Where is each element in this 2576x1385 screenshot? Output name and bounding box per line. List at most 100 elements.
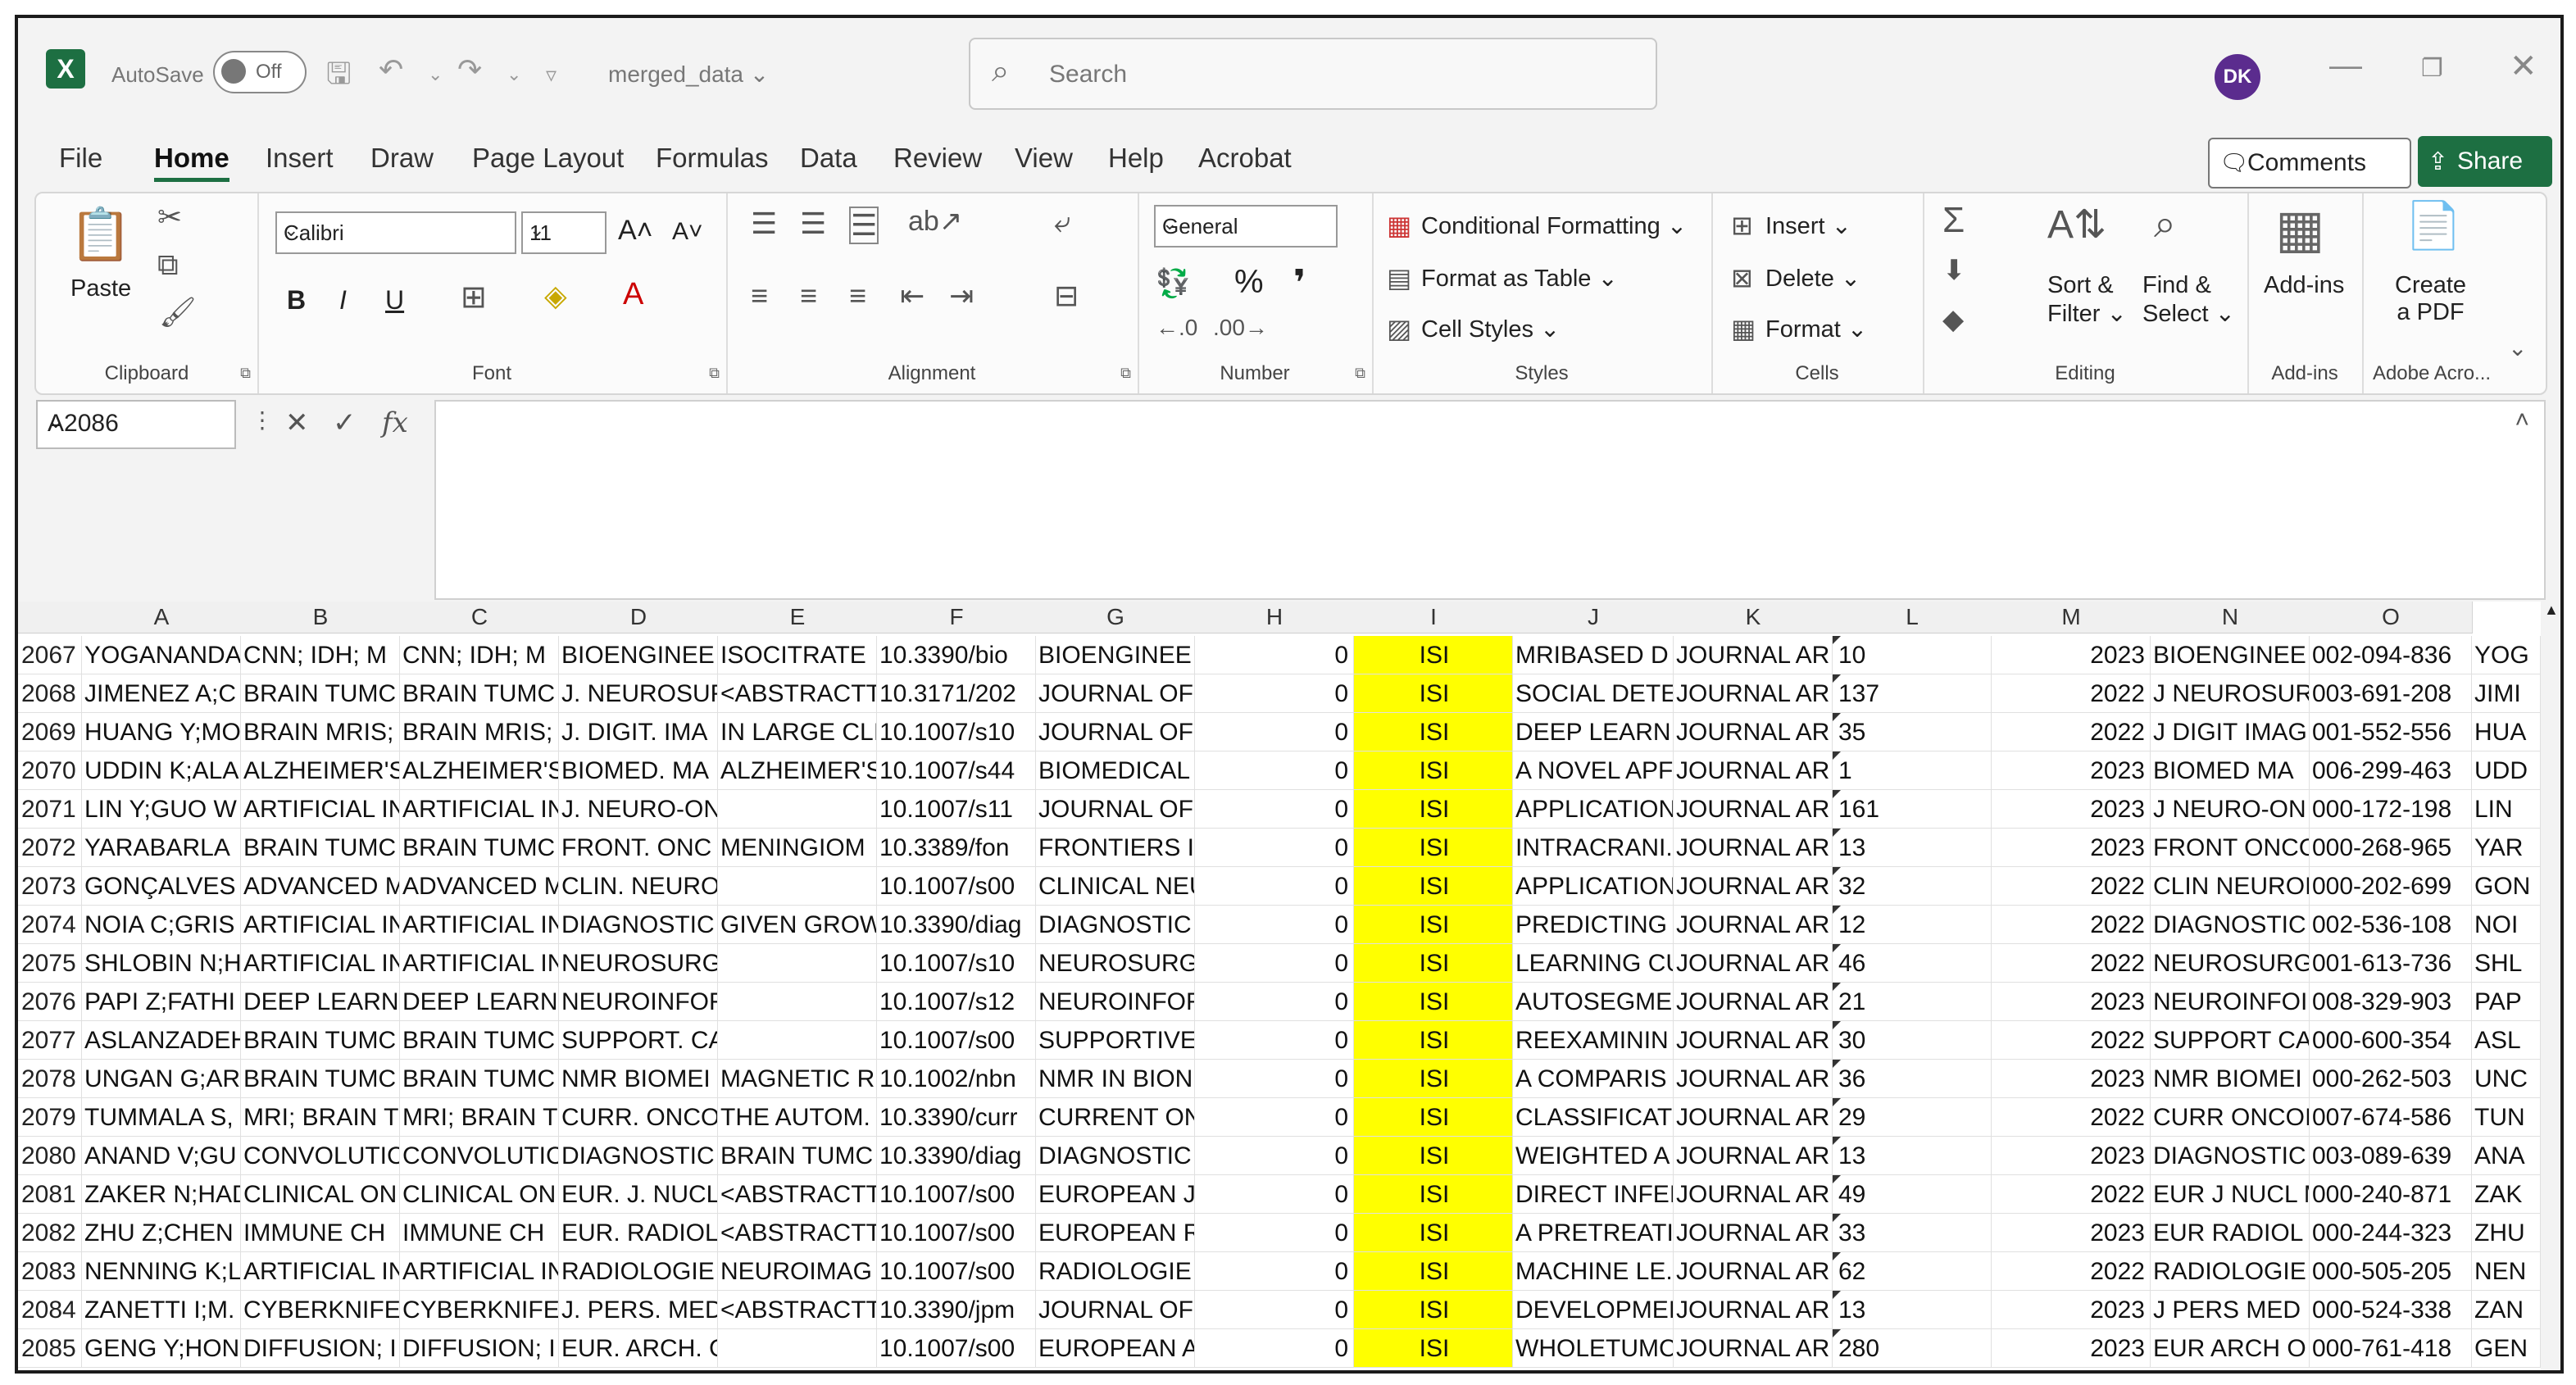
cell-f[interactable]: 10.1007/s00 <box>877 1252 1036 1291</box>
cell-g[interactable]: EUROPEAN R <box>1036 1214 1195 1252</box>
cell-o[interactable]: 000-268-965 <box>2310 829 2472 867</box>
cell-n[interactable]: SUPPORT CA <box>2151 1021 2310 1060</box>
cell-b[interactable]: DEEP LEARNI <box>241 983 400 1021</box>
cell-e[interactable]: NEUROIMAG <box>718 1252 877 1291</box>
row-header[interactable]: 2070 <box>18 752 82 790</box>
cell-j[interactable]: PREDICTING <box>1513 906 1674 944</box>
merge-center-icon[interactable]: ⊟ <box>1054 279 1079 313</box>
cell-c[interactable]: BRAIN MRIS; <box>400 713 559 752</box>
cell-d[interactable]: EUR. ARCH. C <box>559 1329 718 1368</box>
cell-c[interactable]: CLINICAL ON <box>400 1175 559 1214</box>
cell-h[interactable]: 0 <box>1195 1175 1354 1214</box>
cell-g[interactable]: EUROPEAN JC <box>1036 1175 1195 1214</box>
row-header[interactable]: 2079 <box>18 1098 82 1137</box>
cell-k[interactable]: JOURNAL AR <box>1674 1329 1833 1368</box>
cell-i[interactable]: ISI <box>1354 674 1513 713</box>
restore-icon[interactable]: ❐ <box>2421 54 2443 83</box>
cell-p[interactable]: ASL <box>2472 1021 2541 1060</box>
cell-k[interactable]: JOURNAL AR <box>1674 906 1833 944</box>
cell-a[interactable]: YARABARLA <box>82 829 241 867</box>
cell-i[interactable]: ISI <box>1354 906 1513 944</box>
cell-n[interactable]: RADIOLOGIE <box>2151 1252 2310 1291</box>
cell-d[interactable]: J. NEURO-ON <box>559 790 718 829</box>
cell-g[interactable]: NMR IN BION <box>1036 1060 1195 1098</box>
minimize-icon[interactable]: — <box>2329 48 2362 84</box>
row-header[interactable]: 2072 <box>18 829 82 867</box>
align-center-icon[interactable]: ≡ <box>800 279 817 313</box>
row-header[interactable]: 2075 <box>18 944 82 983</box>
cell-n[interactable]: EUR RADIOL <box>2151 1214 2310 1252</box>
number-format-select[interactable]: General ⌄ <box>1154 205 1338 247</box>
cell-i[interactable]: ISI <box>1354 829 1513 867</box>
cell-d[interactable]: BIOENGINEE <box>559 636 718 674</box>
cell-b[interactable]: CNN; IDH; M <box>241 636 400 674</box>
copy-icon[interactable]: ⧉ <box>157 247 179 283</box>
cell-b[interactable]: DIFFUSION; I <box>241 1329 400 1368</box>
cell-p[interactable]: PAP <box>2472 983 2541 1021</box>
cell-j[interactable]: MACHINE LE. <box>1513 1252 1674 1291</box>
cell-j[interactable]: APPLICATION <box>1513 867 1674 906</box>
find-select-button[interactable]: Find & Select ⌄ <box>2142 272 2235 328</box>
cell-h[interactable]: 0 <box>1195 1291 1354 1329</box>
tab-review[interactable]: Review <box>893 143 982 174</box>
paste-label[interactable]: Paste <box>70 275 131 302</box>
wrap-text-icon[interactable]: ⤶ <box>1054 205 1070 240</box>
cell-c[interactable]: ARTIFICIAL IN <box>400 1252 559 1291</box>
cell-k[interactable]: JOURNAL AR <box>1674 636 1833 674</box>
cell-l[interactable]: 46 <box>1833 944 1992 983</box>
row-header[interactable]: 2068 <box>18 674 82 713</box>
cell-k[interactable]: JOURNAL AR <box>1674 713 1833 752</box>
cell-l[interactable]: 49 <box>1833 1175 1992 1214</box>
cell-f[interactable]: 10.1007/s11 <box>877 790 1036 829</box>
cell-m[interactable]: 2023 <box>1992 1214 2151 1252</box>
cell-b[interactable]: CYBERKNIFE; <box>241 1291 400 1329</box>
cell-c[interactable]: IMMUNE CH <box>400 1214 559 1252</box>
search-box[interactable]: ⌕ Search <box>969 38 1657 110</box>
cell-l[interactable]: 280 <box>1833 1329 1992 1368</box>
cell-i[interactable]: ISI <box>1354 944 1513 983</box>
insert-cells-button[interactable]: Insert ⌄ <box>1765 211 1851 240</box>
cell-l[interactable]: 30 <box>1833 1021 1992 1060</box>
cell-n[interactable]: NEUROINFOI <box>2151 983 2310 1021</box>
cell-o[interactable]: 001-552-556 <box>2310 713 2472 752</box>
cell-l[interactable]: 35 <box>1833 713 1992 752</box>
alignment-launcher-icon[interactable]: ⧉ <box>1120 365 1131 382</box>
cell-a[interactable]: ANAND V;GU <box>82 1137 241 1175</box>
align-left-icon[interactable]: ≡ <box>751 279 768 313</box>
font-color-icon[interactable]: A <box>623 277 643 312</box>
cell-l[interactable]: 1 <box>1833 752 1992 790</box>
cell-l[interactable]: 33 <box>1833 1214 1992 1252</box>
cell-b[interactable]: CONVOLUTIC <box>241 1137 400 1175</box>
cell-a[interactable]: NOIA C;GRIS <box>82 906 241 944</box>
cell-h[interactable]: 0 <box>1195 906 1354 944</box>
tab-formulas[interactable]: Formulas <box>656 143 769 174</box>
tab-help[interactable]: Help <box>1108 143 1164 174</box>
align-top-icon[interactable]: ☰ <box>751 207 777 241</box>
cell-e[interactable] <box>718 867 877 906</box>
cell-a[interactable]: YOGANANDA <box>82 636 241 674</box>
cell-f[interactable]: 10.3390/curr <box>877 1098 1036 1137</box>
cell-o[interactable]: 002-536-108 <box>2310 906 2472 944</box>
row-header[interactable]: 2074 <box>18 906 82 944</box>
cell-k[interactable]: JOURNAL AR <box>1674 1098 1833 1137</box>
cell-b[interactable]: ALZHEIMER'S <box>241 752 400 790</box>
sort-filter-button[interactable]: Sort & Filter ⌄ <box>2047 272 2127 328</box>
tab-page-layout[interactable]: Page Layout <box>472 143 624 174</box>
save-icon[interactable]: 🖫 <box>326 52 352 102</box>
insert-function-icon[interactable]: fx <box>382 406 408 439</box>
cell-n[interactable]: EUR ARCH O <box>2151 1329 2310 1368</box>
percent-style-button[interactable]: % <box>1234 264 1264 301</box>
autosave-toggle[interactable]: Off <box>213 51 307 93</box>
cell-k[interactable]: JOURNAL AR <box>1674 1137 1833 1175</box>
cell-h[interactable]: 0 <box>1195 1021 1354 1060</box>
cell-c[interactable]: ADVANCED M <box>400 867 559 906</box>
cell-f[interactable]: 10.1007/s00 <box>877 1175 1036 1214</box>
cell-e[interactable] <box>718 790 877 829</box>
cell-o[interactable]: 000-505-205 <box>2310 1252 2472 1291</box>
cell-g[interactable]: NEUROSURG <box>1036 944 1195 983</box>
cell-d[interactable]: J. DIGIT. IMA <box>559 713 718 752</box>
row-header[interactable]: 2080 <box>18 1137 82 1175</box>
cell-c[interactable]: ARTIFICIAL IN <box>400 906 559 944</box>
cell-m[interactable]: 2022 <box>1992 944 2151 983</box>
cell-n[interactable]: J NEURO-ON <box>2151 790 2310 829</box>
